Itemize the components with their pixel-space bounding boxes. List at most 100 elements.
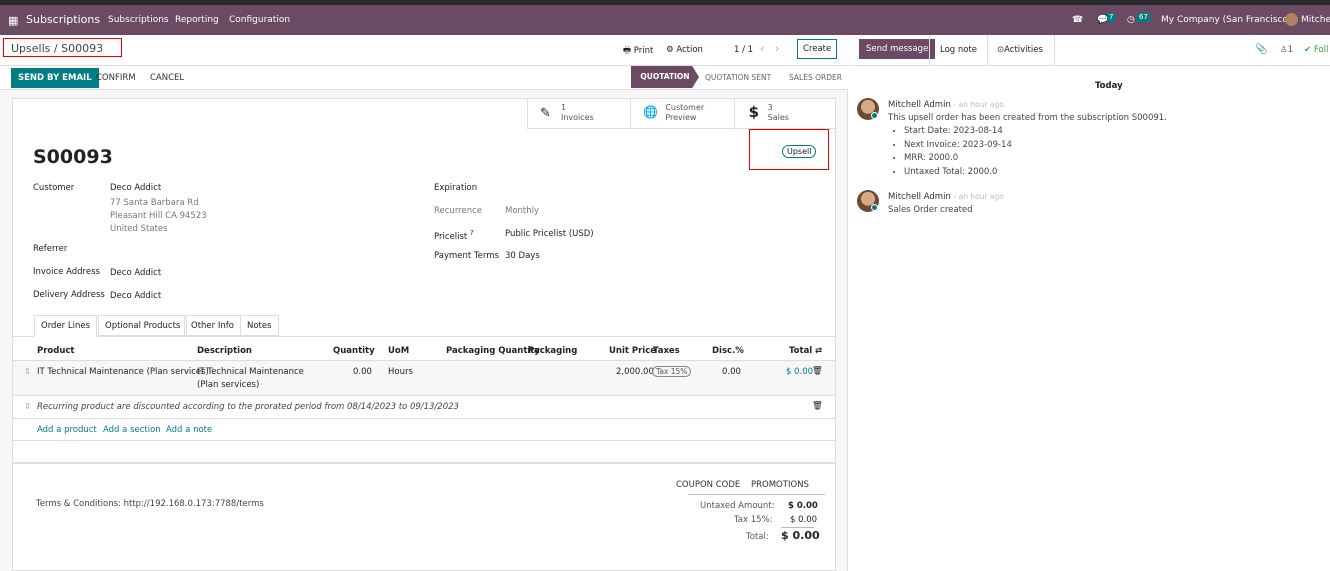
total-label: Total: [746,532,769,542]
confirm-button[interactable]: CONFIRM [96,73,136,83]
menu-reporting[interactable]: Reporting [175,15,219,25]
drag-handle-icon[interactable]: ⇕ [24,367,31,377]
trash-icon[interactable]: 🗑 [812,366,823,376]
control-panel: Upsells / S00093 🖶 Print ⚙ Action 1 / 1 … [0,35,848,90]
pager-prev-icon[interactable]: ‹ [760,42,764,55]
tab-optional-products[interactable]: Optional Products [98,315,188,336]
row-uom[interactable]: Hours [388,367,413,377]
chatter: Send message Log note ⊙Activities 📎 ♙1 ✔… [849,35,1330,571]
message-author[interactable]: Mitchell Admin - an hour ago [888,192,1004,202]
row-description[interactable]: (Plan services) [197,380,259,390]
online-status-icon [871,204,878,211]
clock-icon[interactable]: ◷ [1127,15,1135,25]
row-discount[interactable]: 0.00 [722,367,741,377]
status-sales-order[interactable]: SALES ORDER [789,73,842,82]
globe-icon: 🌐 [643,105,659,119]
invoice-address-field[interactable]: Deco Addict [110,268,161,278]
follow-button[interactable]: ✔ Foll [1304,45,1328,55]
smart-buttons: ✎ 1 Invoices 🌐 Customer Preview $ 3 Sale… [527,99,837,129]
terms-conditions[interactable]: Terms & Conditions: http://192.168.0.173… [36,499,264,509]
app-name[interactable]: Subscriptions [26,13,100,26]
attachment-icon[interactable]: 📎 [1255,44,1267,55]
menu-subscriptions[interactable]: Subscriptions [108,15,169,25]
company-switcher[interactable]: My Company (San Francisco) [1161,15,1291,25]
col-product[interactable]: Product [37,346,75,356]
pager-next-icon[interactable]: › [775,42,779,55]
message-body: This upsell order has been created from … [888,113,1167,123]
payment-terms-field[interactable]: 30 Days [505,251,540,261]
status-quotation-sent[interactable]: QUOTATION SENT [705,73,771,82]
col-quantity[interactable]: Quantity [333,346,375,356]
log-note-button[interactable]: Log note [929,35,989,65]
add-section-link[interactable]: Add a section [103,425,161,435]
send-by-email-button[interactable]: SEND BY EMAIL [11,68,99,88]
customer-label: Customer [33,183,75,193]
breadcrumb-parent[interactable]: Upsells [11,42,50,55]
note-row[interactable]: Recurring product are discounted accordi… [37,402,459,412]
col-packaging-quantity[interactable]: Packaging Quantity [446,346,540,356]
recurrence-field[interactable]: Monthly [505,206,539,216]
phone-icon[interactable]: ☎ [1072,15,1083,25]
drag-handle-icon[interactable]: ⇕ [24,402,31,412]
message-body: Sales Order created [888,205,973,215]
col-uom[interactable]: UoM [388,346,409,356]
address-line: United States [110,224,168,234]
app-menu-icon[interactable]: ▦ [8,14,18,27]
col-description[interactable]: Description [197,346,252,356]
menu-configuration[interactable]: Configuration [229,15,290,25]
online-status-icon [871,112,878,119]
tax-label: Tax 15%: [734,515,773,525]
message-bullets: Start Date: 2023-08-14 Next Invoice: 202… [904,125,1012,179]
cancel-button[interactable]: CANCEL [150,73,184,83]
user-menu[interactable]: Mitchell [1301,15,1330,25]
invoices-smart-button[interactable]: ✎ 1 Invoices [528,99,632,128]
tax-amount: $ 0.00 [790,515,818,525]
delivery-address-label: Delivery Address [33,290,105,300]
coupon-code-button[interactable]: COUPON CODE [676,480,740,490]
row-total: $ 0.00 [786,367,814,377]
col-taxes[interactable]: Taxes [653,346,680,356]
sales-smart-button[interactable]: $ 3 Sales [735,99,837,128]
create-button[interactable]: Create [797,39,838,59]
col-packaging[interactable]: Packaging [528,346,577,356]
col-discount[interactable]: Disc.% [712,346,744,356]
customer-preview-smart-button[interactable]: 🌐 Customer Preview [631,99,735,128]
row-product[interactable]: IT Technical Maintenance (Plan services) [37,367,209,377]
row-description[interactable]: IT Technical Maintenance [197,367,304,377]
bullet-item: Untaxed Total: 2000.0 [904,166,1012,180]
activities-badge: 67 [1137,13,1150,22]
tab-order-lines[interactable]: Order Lines [34,315,97,337]
customer-field[interactable]: Deco Addict [110,183,161,193]
tab-notes[interactable]: Notes [240,315,279,336]
promotions-button[interactable]: PROMOTIONS [751,480,809,490]
row-quantity[interactable]: 0.00 [353,367,372,377]
total-amount: $ 0.00 [781,529,820,542]
col-total[interactable]: Total [789,346,812,356]
col-unit-price[interactable]: Unit Price [609,346,656,356]
add-note-link[interactable]: Add a note [166,425,212,435]
followers-button[interactable]: ♙1 [1280,45,1293,55]
address-line: Pleasant Hill CA 94523 [110,211,207,221]
trash-icon[interactable]: 🗑 [812,401,823,411]
payment-terms-label: Payment Terms [434,251,499,261]
status-quotation[interactable]: QUOTATION [631,66,699,88]
user-avatar[interactable] [1285,13,1298,26]
upsell-tag: Upsell [782,145,817,158]
pricelist-field[interactable]: Public Pricelist (USD) [505,229,594,239]
send-message-button[interactable]: Send message [859,39,936,59]
pricelist-label: Pricelist ? [434,228,474,242]
add-product-link[interactable]: Add a product [37,425,97,435]
row-tax-tag[interactable]: Tax 15% [652,366,692,377]
activities-button[interactable]: ⊙Activities [985,35,1055,65]
row-unit-price[interactable]: 2,000.00 [616,367,654,377]
tab-other-info[interactable]: Other Info [184,315,241,336]
expiration-label: Expiration [434,183,478,193]
column-settings-icon[interactable]: ⇄ [815,346,822,356]
help-icon[interactable]: ? [470,228,474,237]
delivery-address-field[interactable]: Deco Addict [110,291,161,301]
print-button[interactable]: 🖶 Print [623,45,653,59]
browser-strip [0,0,1330,5]
edit-icon: ✎ [540,106,551,121]
action-button[interactable]: ⚙ Action [666,45,703,55]
message-author[interactable]: Mitchell Admin - an hour ago [888,100,1004,110]
